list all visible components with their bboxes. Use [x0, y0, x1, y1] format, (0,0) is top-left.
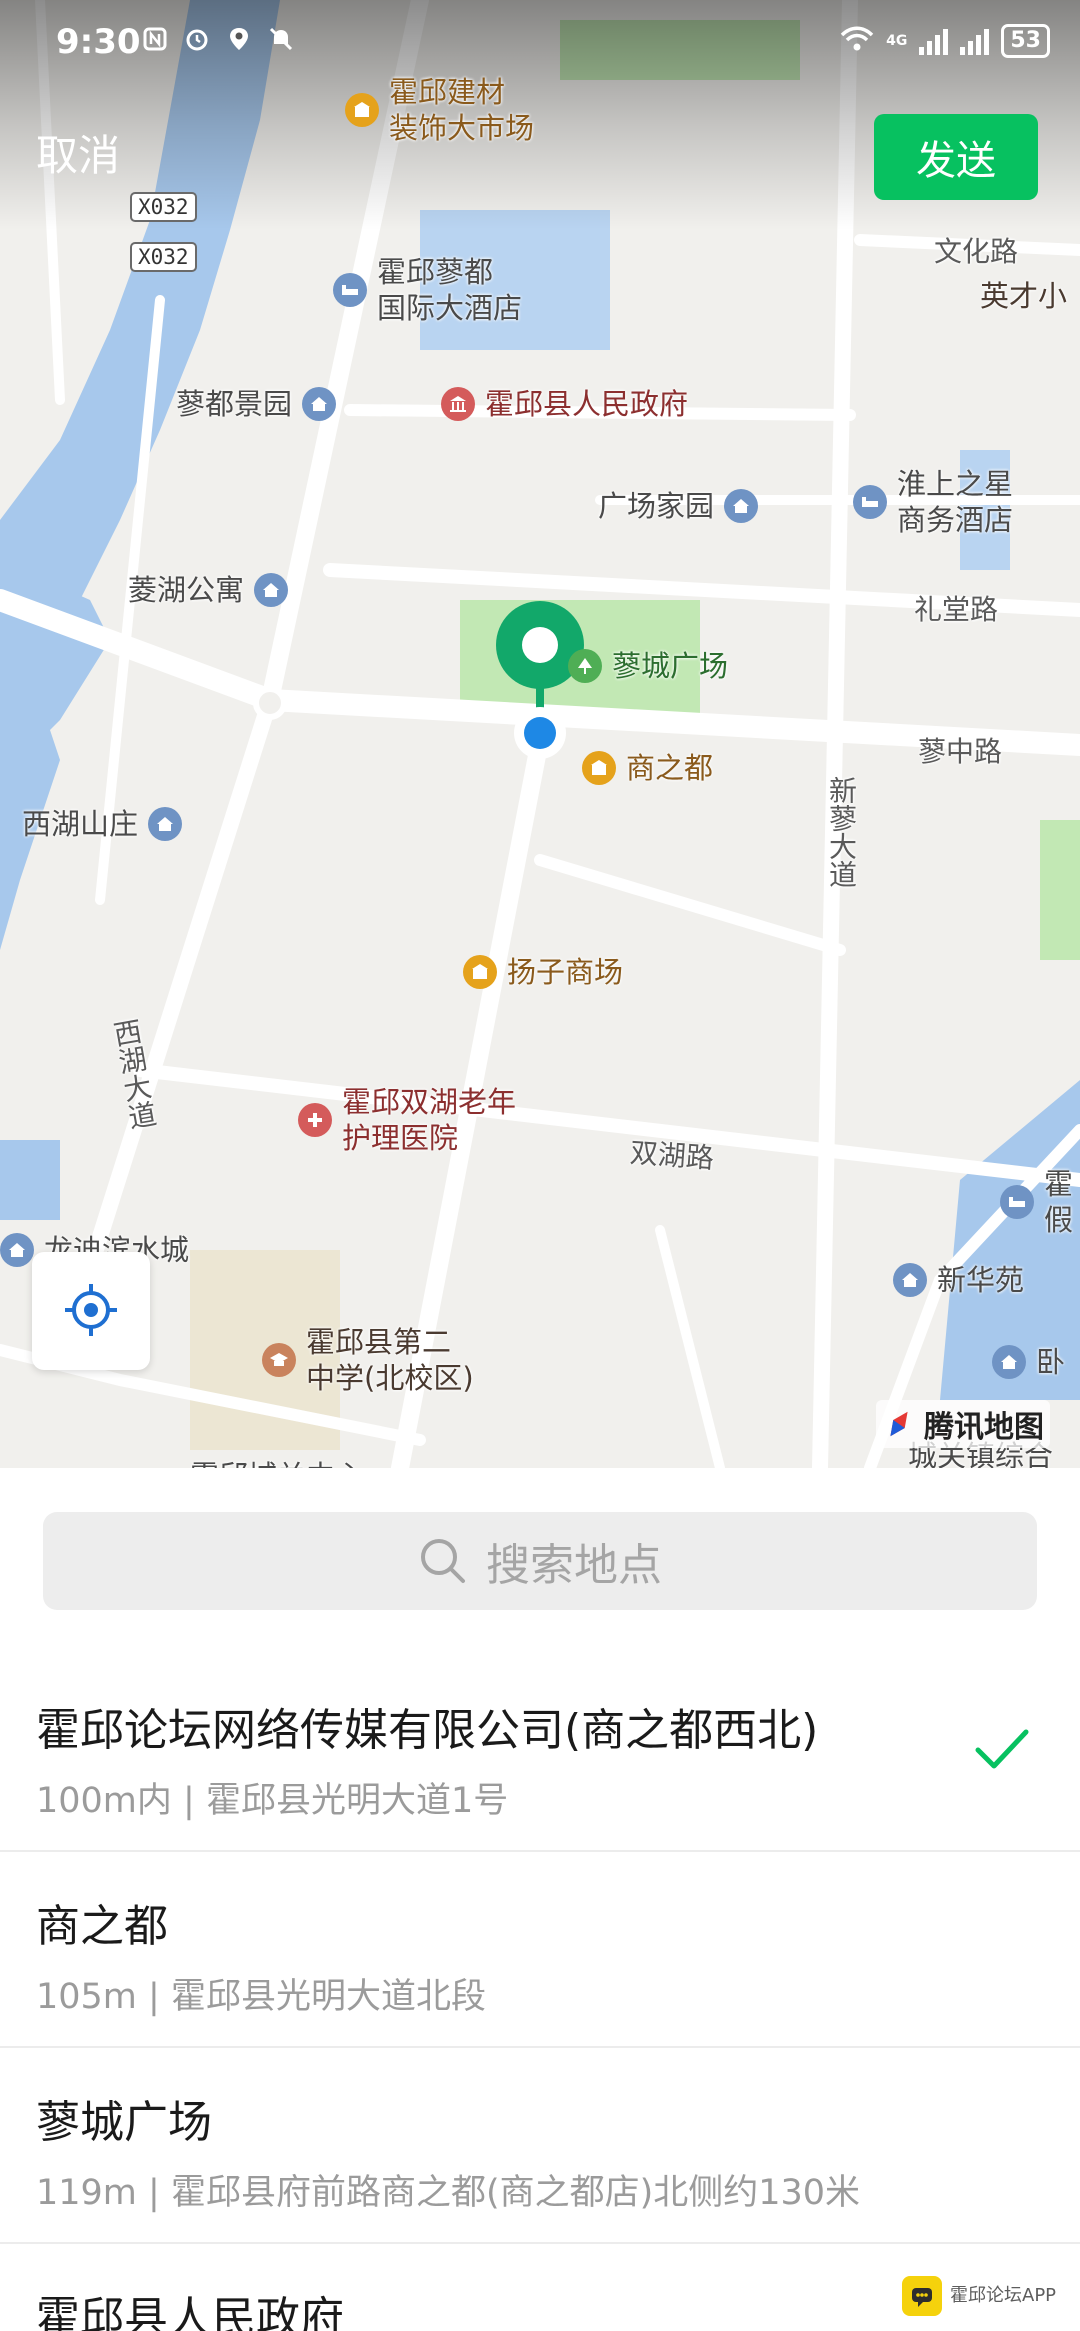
- shop-icon: [345, 93, 379, 127]
- poi-right-edge[interactable]: 霍 假: [1000, 1166, 1073, 1238]
- poi-label: 霍邱县人民政府: [485, 387, 689, 421]
- send-button[interactable]: 发送: [874, 114, 1038, 200]
- government-icon: [441, 387, 475, 421]
- status-bar: 9:30 4G 53: [0, 0, 1080, 90]
- shop-icon: [582, 751, 616, 785]
- poi-label: 新华苑: [937, 1263, 1025, 1297]
- status-right: 4G 53: [840, 24, 1050, 58]
- home-icon: [302, 387, 337, 421]
- result-address: 119m | 霍邱县府前路商之都(商之都店)北侧约130米: [36, 2173, 861, 2213]
- location-panel: 搜索地点 霍邱论坛网络传媒有限公司(商之都西北) 100m内 | 霍邱县光明大道…: [0, 1468, 1080, 2331]
- app-watermark: 霍邱论坛APP: [902, 2276, 1056, 2316]
- app-logo-icon: [902, 2276, 942, 2316]
- map-provider-logo: 腾讯地图: [876, 1400, 1050, 1448]
- location-status-icon: [224, 24, 254, 54]
- poi-bottom-cut[interactable]: 霍邱城关中心: [190, 1458, 364, 1468]
- poi-xinhua[interactable]: 新华苑: [893, 1262, 1024, 1298]
- poi-label: 扬子商场: [507, 955, 624, 989]
- road-label-liaozhong: 蓼中路: [918, 735, 1003, 768]
- home-icon: [724, 489, 759, 523]
- wifi-icon: [840, 25, 874, 57]
- network-type: 4G: [886, 33, 908, 49]
- poi-label: 蓼都景园: [176, 387, 293, 421]
- result-name: 霍邱县人民政府: [36, 2293, 344, 2331]
- signal-icon: [919, 27, 949, 55]
- result-name: 霍邱论坛网络传媒有限公司(商之都西北): [36, 1705, 819, 1756]
- road-badge: X032: [130, 192, 197, 222]
- school-icon: [262, 1343, 296, 1377]
- poi-label: 霍邱县第二 中学(北校区): [306, 1325, 474, 1395]
- result-name: 商之都: [36, 1901, 168, 1952]
- map-view[interactable]: X032 X032 霍邱建材 装饰大市场 霍邱蓼都 国际大酒店 蓼都景园 霍邱县…: [0, 0, 1080, 1468]
- poi-yingcai[interactable]: 英才小: [980, 278, 1067, 314]
- home-icon: [992, 1345, 1026, 1379]
- search-placeholder: 搜索地点: [486, 1540, 662, 1591]
- road-label-wenhua: 文化路: [934, 235, 1019, 268]
- search-input[interactable]: 搜索地点: [43, 1512, 1037, 1610]
- poi-label: 商之都: [626, 751, 714, 785]
- home-icon: [148, 807, 183, 841]
- road-label-xinliao: 新蓼大道: [825, 776, 858, 888]
- poi-label: 英才小: [980, 279, 1068, 313]
- bed-icon: [333, 273, 367, 307]
- poi-label: 西湖山庄: [22, 807, 139, 841]
- battery-indicator: 53: [1001, 24, 1050, 58]
- result-item[interactable]: 蓼城广场 119m | 霍邱县府前路商之都(商之都店)北侧约130米: [0, 2050, 1080, 2244]
- home-icon: [893, 1263, 927, 1297]
- poi-government[interactable]: 霍邱县人民政府: [441, 386, 688, 422]
- cancel-button[interactable]: 取消: [36, 122, 120, 183]
- poi-liaocheng-square[interactable]: 蓼城广场: [568, 648, 728, 684]
- bed-icon: [1000, 1185, 1034, 1219]
- map-logo-text: 腾讯地图: [924, 1410, 1044, 1445]
- poi-label: 淮上之星 商务酒店: [897, 467, 1014, 537]
- compass-icon: [882, 1407, 916, 1441]
- poi-wo[interactable]: 卧: [992, 1344, 1065, 1380]
- poi-label: 霍邱城关中心: [190, 1458, 364, 1468]
- result-address: 100m内 | 霍邱县光明大道1号: [36, 1781, 509, 1821]
- result-item[interactable]: 商之都 105m | 霍邱县光明大道北段: [0, 1854, 1080, 2048]
- poi-school[interactable]: 霍邱县第二 中学(北校区): [262, 1324, 474, 1396]
- road-badge: X032: [130, 242, 197, 272]
- poi-label: 蓼城广场: [612, 649, 729, 683]
- poi-label: 霍 假: [1044, 1167, 1074, 1237]
- crosshair-icon: [61, 1280, 121, 1343]
- hospital-icon: [298, 1103, 332, 1137]
- poi-huaishang-hotel[interactable]: 淮上之星 商务酒店: [853, 466, 1013, 538]
- bed-icon: [853, 485, 887, 519]
- alarm-icon: [182, 24, 212, 54]
- tree-icon: [568, 649, 602, 683]
- result-name: 蓼城广场: [36, 2097, 212, 2148]
- watermark-text: 霍邱论坛APP: [950, 2285, 1057, 2306]
- poi-shangzhidu[interactable]: 商之都: [582, 750, 713, 786]
- home-icon: [254, 573, 289, 607]
- poi-guangchang-home[interactable]: 广场家园: [598, 488, 759, 524]
- search-icon: [418, 1536, 468, 1586]
- poi-label: 菱湖公寓: [128, 573, 245, 607]
- result-item-selected[interactable]: 霍邱论坛网络传媒有限公司(商之都西北) 100m内 | 霍邱县光明大道1号: [0, 1658, 1080, 1852]
- home-icon: [0, 1233, 34, 1267]
- poi-hotel[interactable]: 霍邱蓼都 国际大酒店: [333, 254, 522, 326]
- status-time: 9:30: [56, 22, 141, 62]
- poi-label: 广场家园: [598, 489, 715, 523]
- poi-linghu-apartment[interactable]: 菱湖公寓: [128, 572, 289, 608]
- poi-label: 霍邱蓼都 国际大酒店: [377, 255, 523, 325]
- road-label-litang: 礼堂路: [914, 593, 999, 626]
- nfc-icon: [140, 24, 170, 54]
- poi-label: 霍邱双湖老年 护理医院: [342, 1085, 517, 1155]
- mute-icon: [266, 24, 296, 54]
- result-address: 105m | 霍邱县光明大道北段: [36, 1977, 486, 2017]
- shop-icon: [463, 955, 497, 989]
- signal-icon-2: [960, 27, 990, 55]
- poi-nursing-hospital[interactable]: 霍邱双湖老年 护理医院: [298, 1084, 516, 1156]
- checkmark-icon: [974, 1728, 1030, 1776]
- poi-yangzi-mall[interactable]: 扬子商场: [463, 954, 623, 990]
- poi-label: 卧: [1036, 1345, 1066, 1379]
- road-label-shuanghu: 双湖路: [628, 1136, 715, 1175]
- status-icons: [140, 24, 296, 54]
- poi-liaodu-garden[interactable]: 蓼都景园: [176, 386, 337, 422]
- poi-xihu-villa[interactable]: 西湖山庄: [22, 806, 183, 842]
- locate-button[interactable]: [32, 1252, 150, 1370]
